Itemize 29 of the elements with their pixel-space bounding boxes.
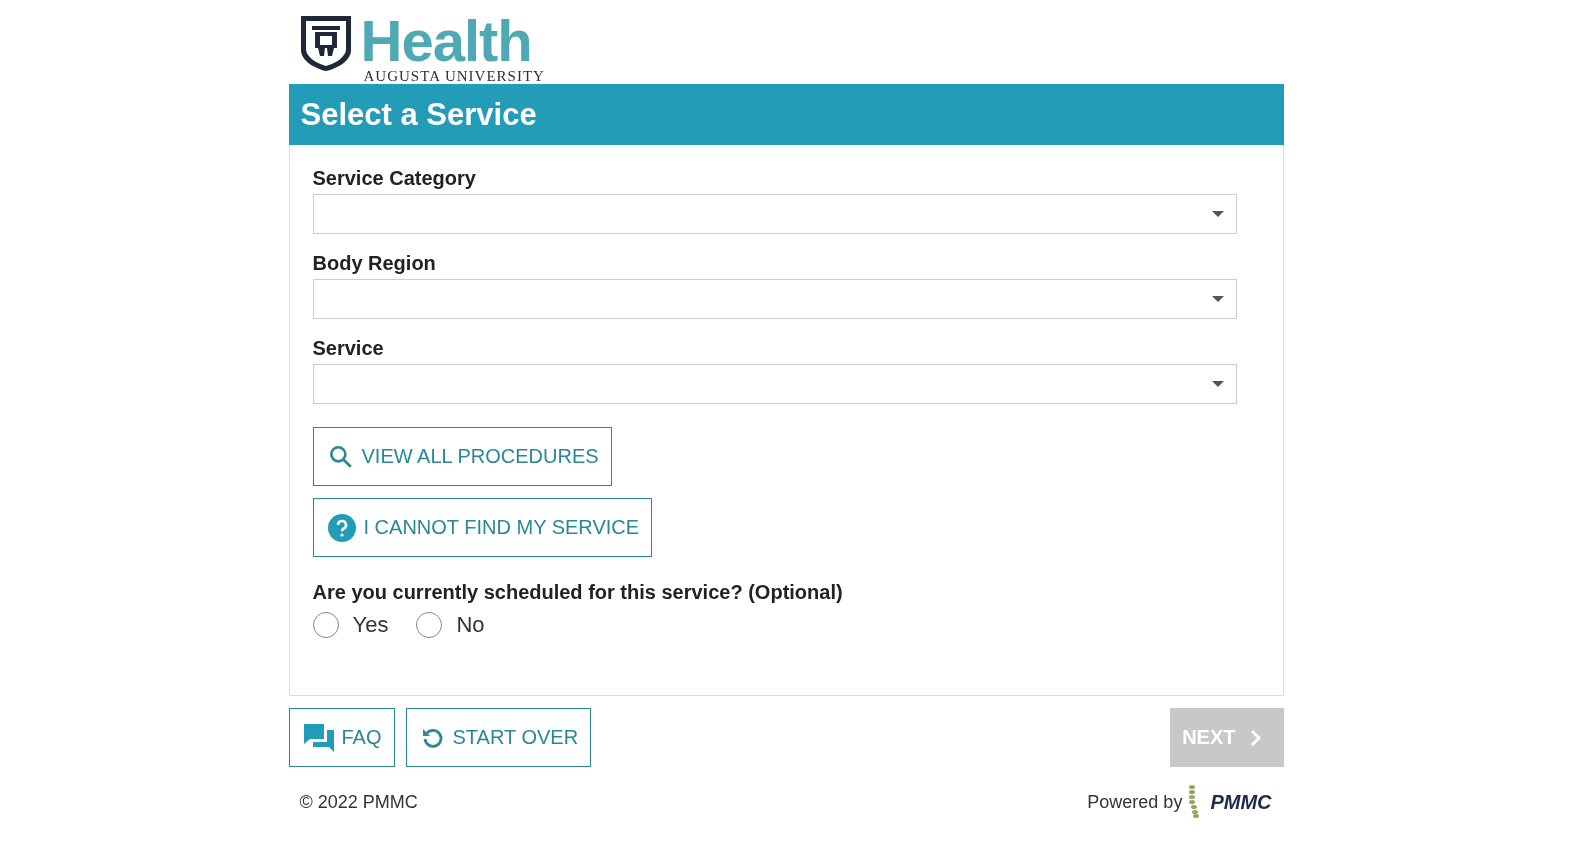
start-over-button[interactable]: START OVER xyxy=(405,708,592,767)
logo-subtitle: AUGUSTA UNIVERSITY xyxy=(363,68,545,85)
pmmc-logo-text: PMMC xyxy=(1210,790,1272,814)
field-label: Body Region xyxy=(312,252,437,275)
question-icon xyxy=(327,513,356,542)
view-procedures-button[interactable]: VIEW ALL PROCEDURES xyxy=(312,427,612,486)
select-field[interactable] xyxy=(312,279,1237,319)
powered-by-text: Powered by xyxy=(1087,791,1183,813)
faq-button[interactable]: FAQ xyxy=(288,708,395,767)
radio-label[interactable]: No xyxy=(456,612,485,638)
field-label: Service Category xyxy=(312,167,477,190)
select-field[interactable] xyxy=(312,364,1237,404)
radio-button[interactable] xyxy=(312,612,339,638)
search-icon xyxy=(327,443,354,470)
select-field[interactable] xyxy=(312,194,1237,234)
chat-icon xyxy=(303,723,334,752)
question-label: Are you currently scheduled for this service? (Optional) xyxy=(312,581,844,604)
field-label: Service xyxy=(312,337,385,360)
copyright-text: © 2022 PMMC xyxy=(299,791,418,813)
caret-icon xyxy=(1211,381,1224,387)
shield-logo-icon xyxy=(298,14,353,72)
cannot-find-button[interactable]: I CANNOT FIND MY SERVICE xyxy=(312,498,653,557)
caret-icon xyxy=(1211,211,1224,217)
radio-label[interactable]: Yes xyxy=(352,612,389,638)
page-title: Select a Service xyxy=(288,84,1284,145)
radio-button[interactable] xyxy=(416,612,443,638)
logo-title: Health xyxy=(360,14,532,68)
caret-icon xyxy=(1211,296,1224,302)
chevron-right-icon xyxy=(1249,728,1262,747)
